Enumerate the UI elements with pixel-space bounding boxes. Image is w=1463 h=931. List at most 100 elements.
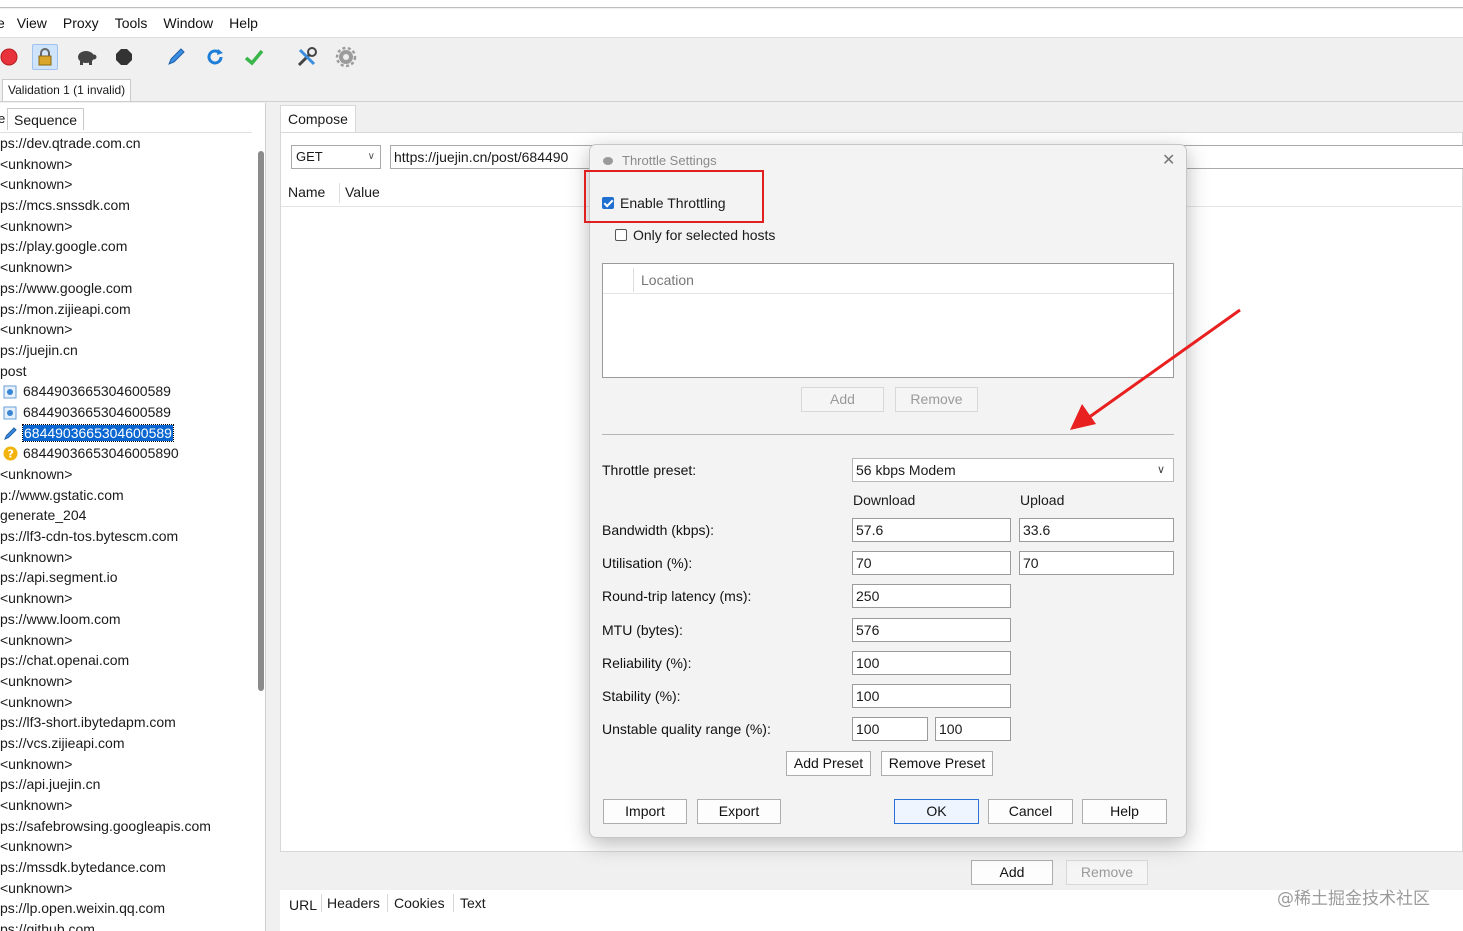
- remove-header-button[interactable]: Remove: [1066, 860, 1148, 885]
- tab-url[interactable]: URL: [289, 897, 317, 913]
- tree-item[interactable]: ps://github.com: [0, 919, 252, 931]
- ssl-proxy-button[interactable]: [32, 44, 58, 70]
- menu-window[interactable]: Window: [155, 15, 221, 31]
- tree-item[interactable]: <unknown>: [0, 216, 252, 237]
- tree-item[interactable]: <unknown>: [0, 464, 252, 485]
- tree-scrollbar[interactable]: [258, 151, 264, 691]
- tree-item[interactable]: ps://www.google.com: [0, 278, 252, 299]
- tree-item-label: ps://dev.qtrade.com.cn: [0, 135, 141, 151]
- location-column-header[interactable]: Location: [641, 272, 694, 288]
- tree-item[interactable]: <unknown>: [0, 692, 252, 713]
- tree-item[interactable]: 6844903665304600589: [0, 381, 252, 402]
- unstable-range-max-input[interactable]: 100: [935, 717, 1011, 741]
- cancel-button[interactable]: Cancel: [988, 799, 1073, 824]
- pane-splitter[interactable]: [266, 103, 278, 931]
- stability-input[interactable]: 100: [852, 684, 1011, 708]
- bandwidth-download-input[interactable]: 57.6: [852, 518, 1011, 542]
- tree-item[interactable]: p://www.gstatic.com: [0, 485, 252, 506]
- menu-proxy[interactable]: Proxy: [55, 15, 107, 31]
- tree-item[interactable]: <unknown>: [0, 154, 252, 175]
- tree-item[interactable]: ps://www.loom.com: [0, 609, 252, 630]
- tree-item[interactable]: <unknown>: [0, 547, 252, 568]
- tree-item[interactable]: <unknown>: [0, 174, 252, 195]
- latency-input[interactable]: 250: [852, 584, 1011, 608]
- tree-item[interactable]: ps://api.segment.io: [0, 567, 252, 588]
- preset-label: Throttle preset:: [602, 462, 696, 478]
- hosts-table[interactable]: Location: [602, 263, 1174, 378]
- tab-text[interactable]: Text: [460, 895, 486, 911]
- tree-item[interactable]: <unknown>: [0, 878, 252, 899]
- settings-button[interactable]: [333, 44, 359, 70]
- tree-item[interactable]: 6844903665304600589: [0, 402, 252, 423]
- help-button[interactable]: Help: [1082, 799, 1167, 824]
- import-button[interactable]: Import: [603, 799, 687, 824]
- throttle-preset-select[interactable]: 56 kbps Modem ∨: [852, 458, 1174, 482]
- tree-item[interactable]: ps://lf3-cdn-tos.bytescm.com: [0, 526, 252, 547]
- breakpoints-button[interactable]: [111, 44, 137, 70]
- validate-button[interactable]: [241, 44, 267, 70]
- tree-item[interactable]: 6844903665304600589: [0, 423, 252, 444]
- tree-item[interactable]: <unknown>: [0, 257, 252, 278]
- svg-text:?: ?: [8, 448, 14, 461]
- compose-button[interactable]: [163, 44, 189, 70]
- menu-help[interactable]: Help: [221, 15, 266, 31]
- utilisation-download-input[interactable]: 70: [852, 551, 1011, 575]
- bandwidth-upload-input[interactable]: 33.6: [1019, 518, 1174, 542]
- mtu-input[interactable]: 576: [852, 618, 1011, 642]
- tree-item[interactable]: ps://chat.openai.com: [0, 650, 252, 671]
- tree-item[interactable]: ? 68449036653046005890: [0, 443, 252, 464]
- only-selected-hosts-checkbox[interactable]: Only for selected hosts: [615, 227, 775, 243]
- tree-item[interactable]: ps://lf3-short.ibytedapm.com: [0, 712, 252, 733]
- tree-item[interactable]: ps://mcs.snssdk.com: [0, 195, 252, 216]
- tree-item-label: ps://github.com: [0, 921, 95, 931]
- tree-item[interactable]: generate_204: [0, 505, 252, 526]
- tree-item[interactable]: <unknown>: [0, 836, 252, 857]
- tree-item[interactable]: ps://api.juejin.cn: [0, 774, 252, 795]
- add-host-button[interactable]: Add: [801, 387, 884, 412]
- tree-item[interactable]: <unknown>: [0, 588, 252, 609]
- tools-button[interactable]: [294, 44, 320, 70]
- validation-tab[interactable]: Validation 1 (1 invalid): [2, 79, 131, 101]
- tree-item[interactable]: <unknown>: [0, 630, 252, 651]
- tree-item[interactable]: ps://juejin.cn: [0, 340, 252, 361]
- tree-item-label: <unknown>: [0, 176, 72, 192]
- name-column-header[interactable]: Name: [288, 177, 325, 207]
- throttle-button[interactable]: [73, 44, 99, 70]
- tree-item[interactable]: <unknown>: [0, 671, 252, 692]
- utilisation-upload-input[interactable]: 70: [1019, 551, 1174, 575]
- value-column-header[interactable]: Value: [345, 177, 380, 207]
- tree-item[interactable]: ps://mon.zijieapi.com: [0, 299, 252, 320]
- tree-item[interactable]: post: [0, 361, 252, 382]
- menu-view[interactable]: View: [9, 15, 55, 31]
- tab-cookies[interactable]: Cookies: [394, 895, 445, 911]
- tree-item[interactable]: <unknown>: [0, 754, 252, 775]
- tree-item[interactable]: ps://lp.open.weixin.qq.com: [0, 898, 252, 919]
- tree-item[interactable]: ps://mssdk.bytedance.com: [0, 857, 252, 878]
- tree-item[interactable]: ps://dev.qtrade.com.cn: [0, 133, 252, 154]
- add-preset-button[interactable]: Add Preset: [786, 751, 871, 776]
- tree-item[interactable]: <unknown>: [0, 795, 252, 816]
- reliability-input[interactable]: 100: [852, 651, 1011, 675]
- tree-item[interactable]: ps://safebrowsing.googleapis.com: [0, 816, 252, 837]
- add-header-button[interactable]: Add: [971, 860, 1053, 885]
- tree-item[interactable]: ps://play.google.com: [0, 236, 252, 257]
- close-icon[interactable]: ✕: [1162, 150, 1175, 170]
- sequence-tab[interactable]: Sequence: [7, 108, 84, 130]
- tab-headers[interactable]: Headers: [327, 895, 380, 911]
- repeat-button[interactable]: [202, 44, 228, 70]
- tree-item[interactable]: <unknown>: [0, 319, 252, 340]
- remove-preset-button[interactable]: Remove Preset: [881, 751, 993, 776]
- record-button[interactable]: [0, 44, 22, 70]
- export-button[interactable]: Export: [697, 799, 781, 824]
- tree-item-label: ps://vcs.zijieapi.com: [0, 735, 124, 751]
- unstable-range-min-input[interactable]: 100: [852, 717, 928, 741]
- gear-icon: [335, 46, 357, 68]
- method-select[interactable]: GET ∨: [291, 145, 381, 169]
- structure-tab-edge[interactable]: e: [0, 111, 5, 126]
- menu-tools[interactable]: Tools: [107, 15, 156, 31]
- menu-edge[interactable]: e: [0, 15, 9, 31]
- ok-button[interactable]: OK: [894, 799, 979, 824]
- tab-compose[interactable]: Compose: [280, 105, 356, 132]
- remove-host-button[interactable]: Remove: [895, 387, 978, 412]
- tree-item[interactable]: ps://vcs.zijieapi.com: [0, 733, 252, 754]
